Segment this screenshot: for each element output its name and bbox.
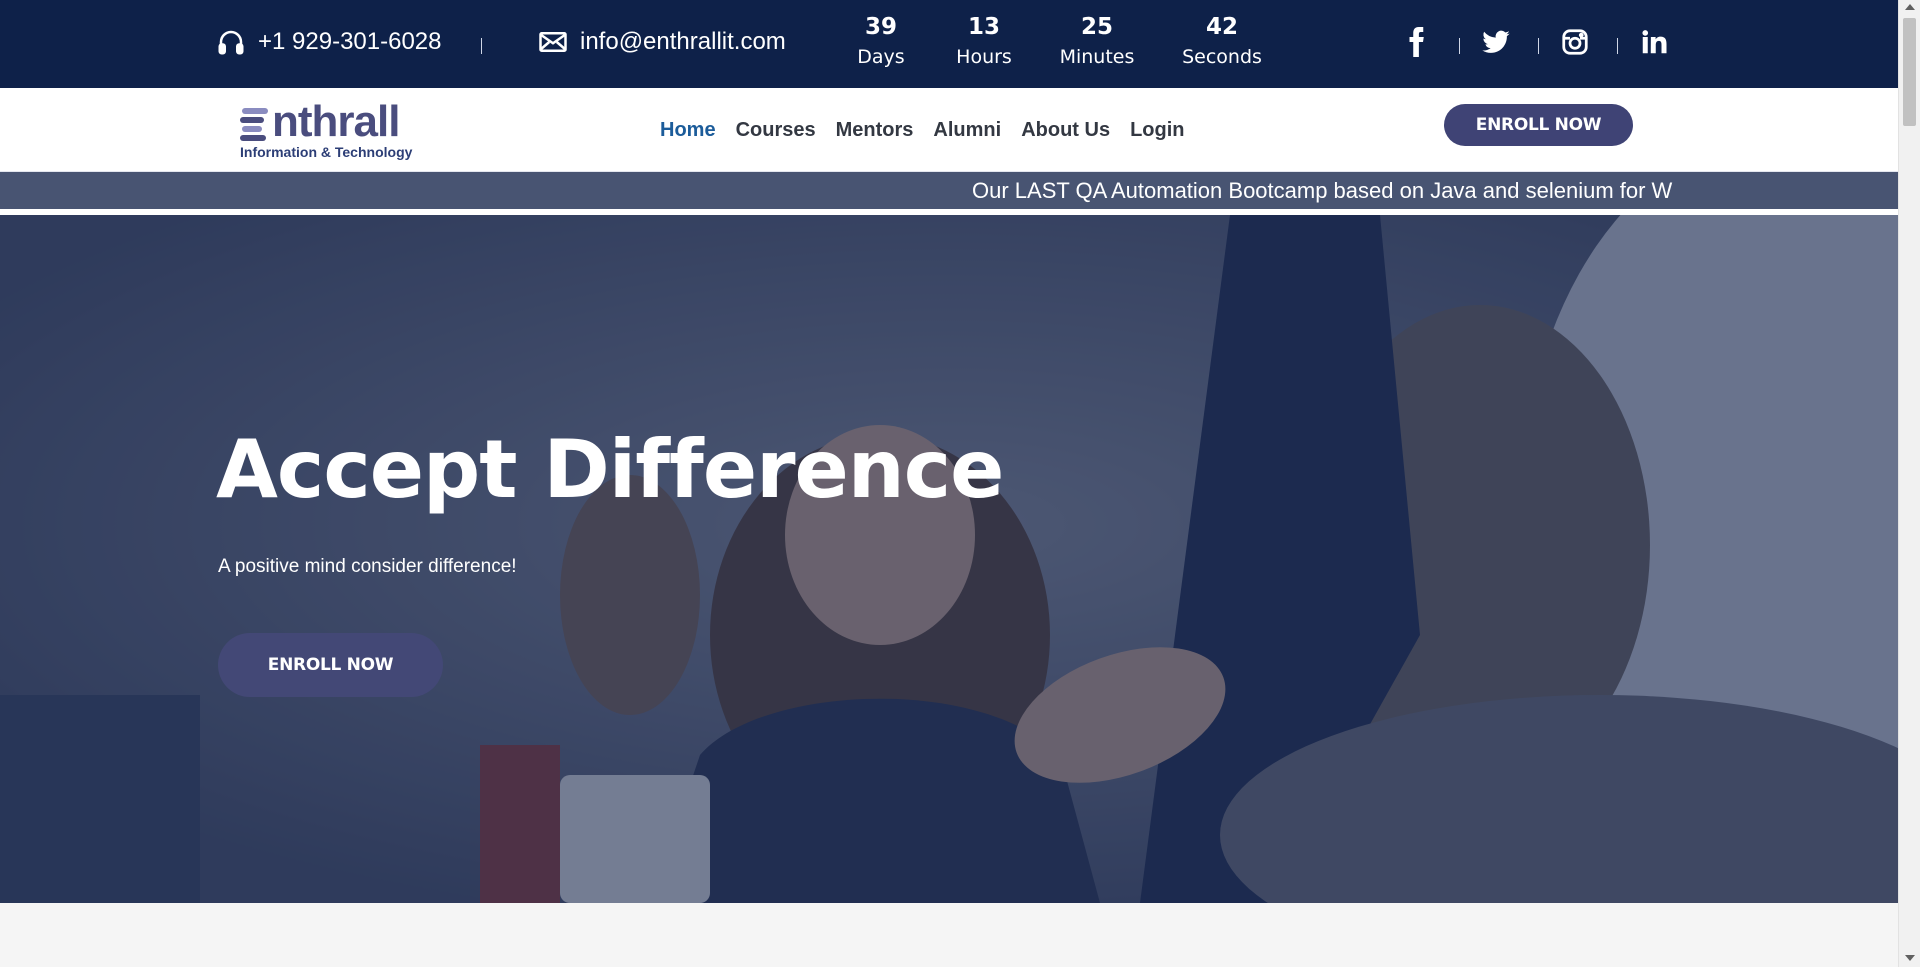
countdown-value: 13 xyxy=(967,14,1000,40)
countdown-value: 42 xyxy=(1205,14,1238,40)
nav-home[interactable]: Home xyxy=(650,118,726,142)
enthrall-logo[interactable]: nthrall Information & Technology xyxy=(238,98,414,162)
countdown-hours: 13 Hours xyxy=(953,12,1015,72)
countdown-label: Days xyxy=(857,46,905,68)
mail-icon xyxy=(539,32,567,52)
hero-banner: Accept Difference A positive mind consid… xyxy=(0,215,1898,903)
linkedin-icon xyxy=(1642,30,1667,54)
hero-title: Accept Difference xyxy=(216,423,1004,516)
scroll-down-arrow-icon[interactable] xyxy=(1905,955,1915,961)
divider xyxy=(1617,38,1618,54)
ticker-window: Our LAST QA Automation Bootcamp based on… xyxy=(972,172,1680,209)
countdown-minutes: 25 Minutes xyxy=(1058,12,1136,72)
page: +1 929-301-6028 info@enthrallit.com 39 D… xyxy=(0,0,1898,967)
phone-number: +1 929-301-6028 xyxy=(258,28,442,55)
email-contact[interactable]: info@enthrallit.com xyxy=(538,24,786,60)
linkedin-link[interactable] xyxy=(1636,24,1672,60)
facebook-link[interactable] xyxy=(1399,24,1435,60)
countdown-value: 25 xyxy=(1080,14,1113,40)
divider xyxy=(1459,38,1460,54)
scrollbar-thumb[interactable] xyxy=(1903,18,1916,126)
countdown-label: Minutes xyxy=(1059,46,1135,68)
twitter-icon xyxy=(1482,30,1510,53)
hero-enroll-now-button[interactable]: ENROLL NOW xyxy=(218,633,443,697)
top-bar: +1 929-301-6028 info@enthrallit.com 39 D… xyxy=(0,0,1898,88)
brand-name: nthrall xyxy=(272,97,400,146)
facebook-icon xyxy=(1409,27,1424,57)
countdown-seconds: 42 Seconds xyxy=(1180,12,1264,72)
scroll-up-arrow-icon[interactable] xyxy=(1905,4,1915,10)
main-navbar: nthrall Information & Technology Home Co… xyxy=(0,88,1898,172)
phone-contact[interactable]: +1 929-301-6028 xyxy=(216,24,442,60)
instagram-link[interactable] xyxy=(1557,24,1593,60)
vertical-scrollbar[interactable] xyxy=(1898,0,1920,967)
nav-login[interactable]: Login xyxy=(1120,118,1194,142)
headset-icon xyxy=(218,30,244,55)
divider xyxy=(481,38,482,54)
twitter-link[interactable] xyxy=(1478,24,1514,60)
divider xyxy=(1538,38,1539,54)
countdown-label: Hours xyxy=(956,46,1012,68)
primary-nav: Home Courses Mentors Alumni About Us Log… xyxy=(650,118,1195,142)
nav-courses[interactable]: Courses xyxy=(726,118,826,142)
countdown-value: 39 xyxy=(864,14,897,40)
instagram-icon xyxy=(1562,29,1588,55)
nav-about-us[interactable]: About Us xyxy=(1011,118,1120,142)
announcement-ticker: Our LAST QA Automation Bootcamp based on… xyxy=(0,172,1898,209)
nav-alumni[interactable]: Alumni xyxy=(923,118,1011,142)
nav-mentors[interactable]: Mentors xyxy=(826,118,924,142)
hero-subtitle: A positive mind consider difference! xyxy=(218,556,517,577)
enroll-now-button[interactable]: ENROLL NOW xyxy=(1444,104,1633,146)
brand-tagline: Information & Technology xyxy=(240,144,413,160)
ticker-text[interactable]: Our LAST QA Automation Bootcamp based on… xyxy=(972,178,1672,204)
email-address: info@enthrallit.com xyxy=(580,28,786,55)
countdown-label: Seconds xyxy=(1182,46,1262,68)
logo-mark-icon xyxy=(240,108,268,141)
countdown-days: 39 Days xyxy=(851,12,911,72)
